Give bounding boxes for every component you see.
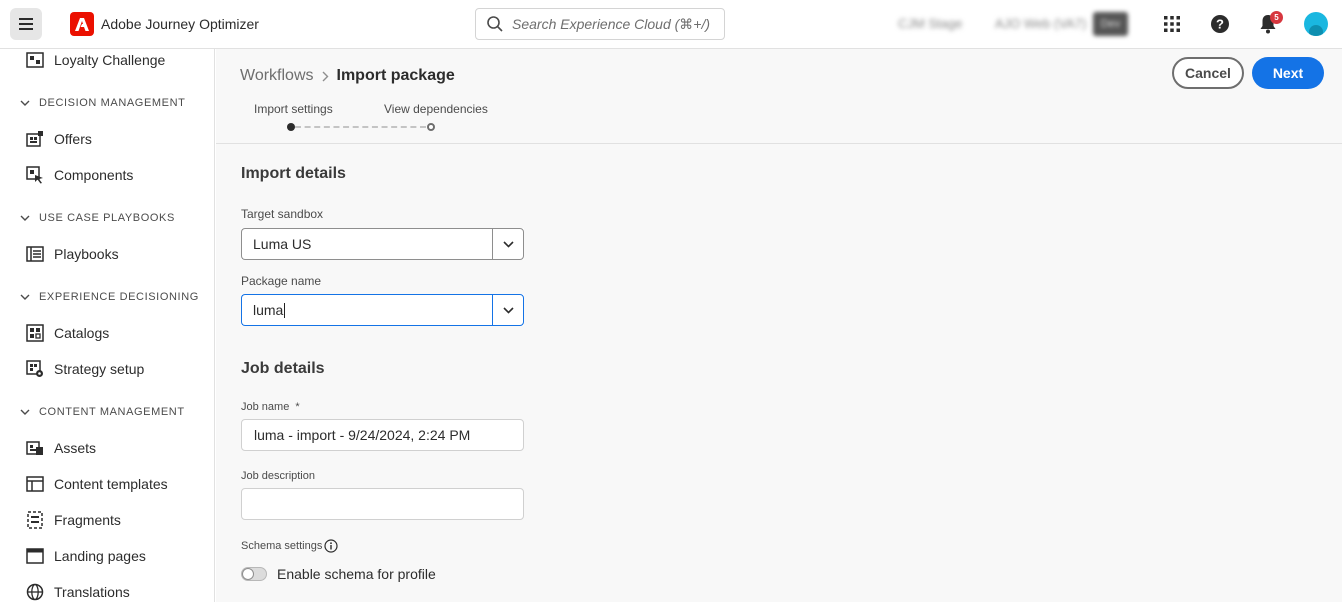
job-description-label: Job description bbox=[241, 470, 315, 482]
templates-icon bbox=[26, 476, 44, 492]
schema-settings-label: Schema settings bbox=[241, 539, 338, 553]
main-panel: Workflows Import package Cancel Next Imp… bbox=[216, 49, 1342, 602]
target-sandbox-label: Target sandbox bbox=[241, 207, 324, 221]
package-name-combobox[interactable]: luma bbox=[241, 294, 524, 326]
sidebar-item-components[interactable]: Components bbox=[26, 164, 133, 186]
apps-grid-icon[interactable] bbox=[1160, 12, 1184, 36]
chevron-right-icon bbox=[322, 71, 329, 82]
top-bar: Adobe Journey Optimizer Search Experienc… bbox=[0, 0, 1342, 49]
sidebar-item-content-templates[interactable]: Content templates bbox=[26, 473, 168, 495]
job-description-input[interactable] bbox=[241, 488, 524, 520]
chevron-down-icon bbox=[20, 294, 30, 300]
package-name-label: Package name bbox=[241, 274, 322, 288]
enable-schema-toggle[interactable] bbox=[241, 567, 267, 581]
section-decision-management[interactable]: DECISION MANAGEMENT bbox=[20, 95, 185, 111]
sandbox-switcher[interactable]: AJO Web (VA7) bbox=[995, 16, 1086, 31]
step-import-settings-label[interactable]: Import settings bbox=[254, 102, 333, 116]
package-name-input[interactable]: luma bbox=[241, 294, 492, 326]
breadcrumb-workflows[interactable]: Workflows bbox=[240, 67, 314, 85]
assets-icon bbox=[26, 441, 43, 455]
section-content-management[interactable]: CONTENT MANAGEMENT bbox=[20, 404, 185, 420]
loyalty-icon bbox=[26, 52, 44, 68]
package-name-value: luma bbox=[253, 302, 284, 318]
user-avatar[interactable] bbox=[1304, 12, 1328, 36]
env-badge: Dev bbox=[1093, 12, 1128, 36]
sidebar-item-playbooks[interactable]: Playbooks bbox=[26, 243, 119, 265]
page-header: Workflows Import package Cancel Next Imp… bbox=[216, 49, 1342, 144]
sidebar-item-assets[interactable]: Assets bbox=[26, 437, 96, 459]
search-input[interactable]: Search Experience Cloud (⌘+/) bbox=[475, 8, 725, 40]
breadcrumb: Workflows Import package bbox=[240, 65, 455, 87]
sidebar-item-fragments[interactable]: Fragments bbox=[26, 509, 121, 531]
landing-pages-icon bbox=[26, 548, 44, 564]
job-name-label: Job name * bbox=[241, 401, 300, 413]
chevron-down-icon[interactable] bbox=[492, 294, 524, 326]
sidebar-item-translations[interactable]: Translations bbox=[26, 581, 130, 602]
strategy-icon bbox=[26, 360, 43, 377]
enable-schema-label[interactable]: Enable schema for profile bbox=[277, 566, 436, 582]
step-view-dependencies-label[interactable]: View dependencies bbox=[384, 102, 488, 116]
sidebar-item-offers[interactable]: Offers bbox=[26, 128, 92, 150]
chevron-down-icon bbox=[20, 100, 30, 106]
app-title[interactable]: Adobe Journey Optimizer bbox=[101, 16, 259, 32]
required-indicator: * bbox=[295, 401, 300, 413]
sidebar: Loyalty Challenge DECISION MANAGEMENT Of… bbox=[0, 49, 215, 602]
svg-text:?: ? bbox=[1216, 17, 1224, 32]
target-sandbox-value[interactable]: Luma US bbox=[241, 228, 492, 260]
chevron-down-icon bbox=[20, 409, 30, 415]
section-use-case-playbooks[interactable]: USE CASE PLAYBOOKS bbox=[20, 210, 175, 226]
step-current-dot bbox=[287, 123, 295, 131]
sidebar-item-catalogs[interactable]: Catalogs bbox=[26, 322, 109, 344]
next-button[interactable]: Next bbox=[1252, 57, 1324, 89]
globe-icon bbox=[26, 583, 44, 601]
help-icon[interactable]: ? bbox=[1208, 12, 1232, 36]
section-experience-decisioning[interactable]: EXPERIENCE DECISIONING bbox=[20, 289, 199, 305]
search-icon bbox=[487, 16, 503, 32]
sidebar-item-strategy-setup[interactable]: Strategy setup bbox=[26, 358, 144, 380]
offers-icon bbox=[26, 131, 43, 147]
job-name-input[interactable]: luma - import - 9/24/2024, 2:24 PM bbox=[241, 419, 524, 451]
org-switcher[interactable]: CJM Stage bbox=[898, 16, 962, 31]
job-details-title: Job details bbox=[241, 360, 325, 377]
menu-icon[interactable] bbox=[10, 8, 42, 40]
chevron-down-icon[interactable] bbox=[492, 228, 524, 260]
page-title: Import package bbox=[336, 67, 455, 84]
cancel-button[interactable]: Cancel bbox=[1172, 57, 1244, 89]
text-cursor bbox=[284, 302, 286, 318]
info-icon[interactable] bbox=[324, 539, 338, 553]
step-connector bbox=[295, 126, 426, 128]
import-details-title: Import details bbox=[241, 165, 346, 182]
playbooks-icon bbox=[26, 246, 44, 262]
fragments-icon bbox=[27, 511, 43, 529]
components-icon bbox=[26, 166, 43, 184]
step-upcoming-dot bbox=[427, 123, 435, 131]
sidebar-item-loyalty-challenge[interactable]: Loyalty Challenge bbox=[26, 49, 165, 71]
catalogs-icon bbox=[26, 324, 44, 342]
chevron-down-icon bbox=[20, 215, 30, 221]
target-sandbox-picker[interactable]: Luma US bbox=[241, 228, 524, 260]
sidebar-item-landing-pages[interactable]: Landing pages bbox=[26, 545, 146, 567]
adobe-logo-icon[interactable] bbox=[70, 12, 94, 36]
notification-count-badge: 5 bbox=[1270, 11, 1283, 24]
search-placeholder: Search Experience Cloud (⌘+/) bbox=[512, 15, 711, 32]
